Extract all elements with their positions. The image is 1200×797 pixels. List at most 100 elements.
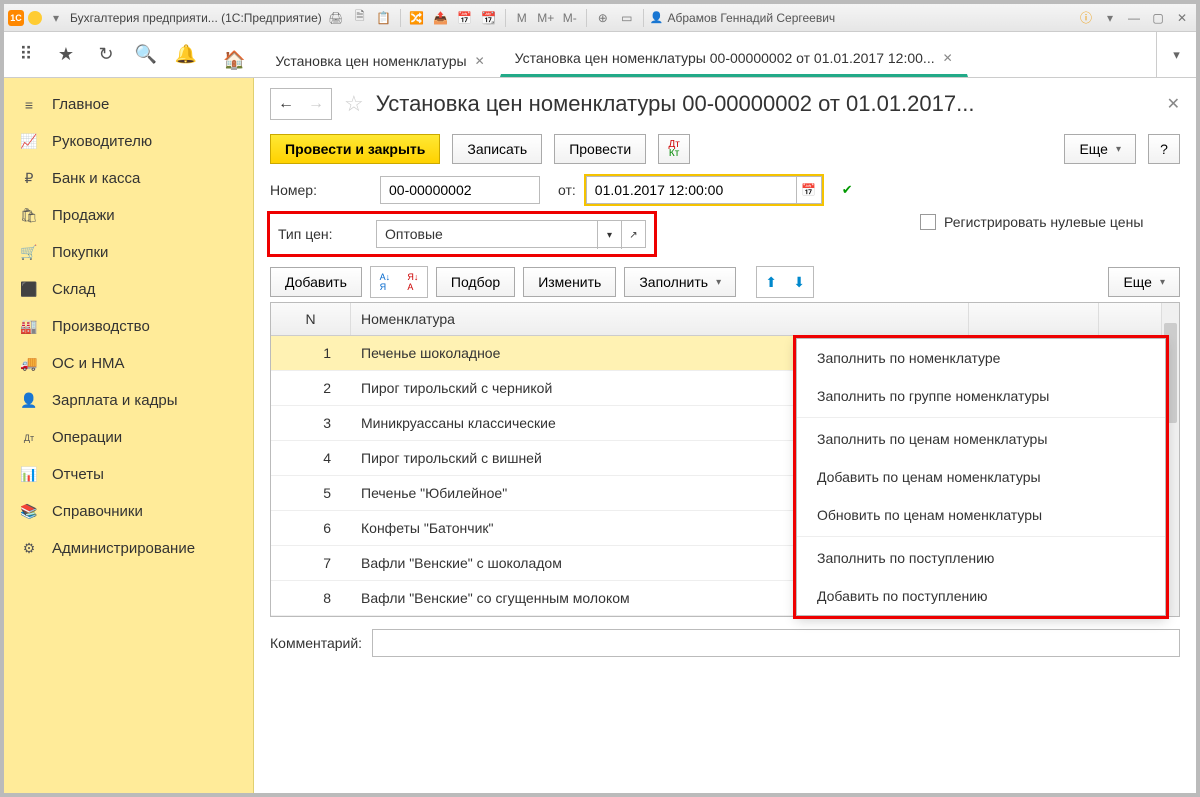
- back-button[interactable]: ←: [271, 89, 301, 119]
- tab-list[interactable]: Установка цен номенклатуры ✕: [260, 42, 499, 77]
- tab-home[interactable]: 🏠: [208, 43, 260, 77]
- fill-menu-item[interactable]: Заполнить по группе номенклатуры: [797, 377, 1165, 415]
- date-icon[interactable]: 📆: [479, 8, 499, 28]
- move-up-button[interactable]: ⬆: [757, 267, 785, 297]
- window-icon[interactable]: ▭: [617, 8, 637, 28]
- dtkt-button[interactable]: ДтКт: [658, 134, 690, 164]
- register-zero-checkbox[interactable]: [920, 214, 936, 230]
- calendar-button[interactable]: 📅: [796, 176, 822, 204]
- edit-button[interactable]: Изменить: [523, 267, 616, 297]
- close-icon[interactable]: ✕: [475, 54, 485, 68]
- maximize-icon[interactable]: ▢: [1148, 8, 1168, 28]
- sidebar-item-operations[interactable]: ДтОперации: [4, 419, 253, 456]
- fill-menu-item[interactable]: Обновить по ценам номенклатуры: [797, 496, 1165, 534]
- number-input[interactable]: [380, 176, 540, 204]
- forward-button[interactable]: →: [301, 89, 331, 119]
- select-button[interactable]: Подбор: [436, 267, 515, 297]
- favorite-icon[interactable]: ★: [54, 44, 78, 65]
- m-icon[interactable]: M: [512, 8, 532, 28]
- post-and-close-button[interactable]: Провести и закрыть: [270, 134, 440, 164]
- sidebar-item-directories[interactable]: 📚Справочники: [4, 493, 253, 530]
- user-label[interactable]: Абрамов Геннадий Сергеевич: [650, 11, 835, 25]
- compare-icon[interactable]: 🔀: [407, 8, 427, 28]
- sidebar-label: Зарплата и кадры: [52, 392, 178, 409]
- fill-button[interactable]: Заполнить▾: [624, 267, 736, 297]
- sidebar-item-admin[interactable]: ⚙Администрирование: [4, 530, 253, 567]
- table-toolbar: Добавить А↓Я Я↓А Подбор Изменить Заполни…: [270, 266, 1180, 298]
- chart-icon: 📈: [20, 133, 38, 150]
- post-button[interactable]: Провести: [554, 134, 646, 164]
- sidebar-label: ОС и НМА: [52, 355, 125, 372]
- fill-menu-item[interactable]: Заполнить по номенклатуре: [797, 339, 1165, 377]
- sort-desc-button[interactable]: Я↓А: [399, 267, 427, 297]
- help-button[interactable]: ?: [1148, 134, 1180, 164]
- more-button[interactable]: Еще▾: [1064, 134, 1136, 164]
- menu-icon[interactable]: [28, 11, 42, 25]
- cell-n: 5: [271, 476, 351, 510]
- move-down-button[interactable]: ⬇: [785, 267, 813, 297]
- boxes-icon: ⬛: [20, 281, 38, 298]
- bag-icon: 🛍: [20, 207, 38, 224]
- copy-icon[interactable]: 📋: [374, 8, 394, 28]
- sidebar-item-bank[interactable]: ₽Банк и касса: [4, 160, 253, 197]
- truck-icon: 🚚: [20, 355, 38, 372]
- date-label: от:: [558, 182, 576, 198]
- fill-menu-item[interactable]: Добавить по ценам номенклатуры: [797, 458, 1165, 496]
- bell-icon[interactable]: 🔔: [174, 44, 198, 65]
- history-icon[interactable]: ↻: [94, 44, 118, 65]
- sidebar-item-main[interactable]: ≡Главное: [4, 86, 253, 123]
- tab-overflow[interactable]: ▾: [1156, 32, 1196, 77]
- export-icon[interactable]: 📤: [431, 8, 451, 28]
- col-price[interactable]: [969, 303, 1099, 335]
- fill-menu-item[interactable]: Заполнить по ценам номенклатуры: [797, 420, 1165, 458]
- fill-menu-item[interactable]: Добавить по поступлению: [797, 577, 1165, 615]
- sidebar-item-hr[interactable]: 👤Зарплата и кадры: [4, 382, 253, 419]
- table-more-button[interactable]: Еще▾: [1108, 267, 1180, 297]
- sidebar-item-warehouse[interactable]: ⬛Склад: [4, 271, 253, 308]
- add-button[interactable]: Добавить: [270, 267, 362, 297]
- cart-icon: 🛒: [20, 244, 38, 261]
- close-window-icon[interactable]: ✕: [1172, 8, 1192, 28]
- cell-n: 1: [271, 336, 351, 370]
- sidebar-item-production[interactable]: 🏭Производство: [4, 308, 253, 345]
- search-icon[interactable]: 🔍: [134, 44, 158, 65]
- tabs: 🏠 Установка цен номенклатуры ✕ Установка…: [208, 32, 1156, 77]
- info-icon[interactable]: ⓘ: [1076, 8, 1096, 28]
- sidebar-item-reports[interactable]: 📊Отчеты: [4, 456, 253, 493]
- sidebar: ≡Главное 📈Руководителю ₽Банк и касса 🛍Пр…: [4, 78, 254, 793]
- date-input[interactable]: [586, 176, 796, 204]
- apps-icon[interactable]: ⠿: [14, 44, 38, 65]
- open-ref-icon[interactable]: ↗: [621, 221, 645, 249]
- dropdown2-icon[interactable]: ▾: [1100, 8, 1120, 28]
- zoom-icon[interactable]: ⊕: [593, 8, 613, 28]
- sort-asc-button[interactable]: А↓Я: [371, 267, 399, 297]
- cell-n: 7: [271, 546, 351, 580]
- action-buttons: Провести и закрыть Записать Провести ДтК…: [270, 134, 1180, 164]
- close-document-icon[interactable]: ✕: [1167, 94, 1180, 114]
- table-header: N Номенклатура: [271, 303, 1179, 336]
- comment-input[interactable]: [372, 629, 1180, 657]
- preview-icon[interactable]: 🗎: [350, 8, 370, 28]
- sidebar-item-assets[interactable]: 🚚 ОС и НМА: [4, 345, 253, 382]
- star-icon[interactable]: ☆: [344, 91, 364, 117]
- sidebar-item-purchases[interactable]: 🛒Покупки: [4, 234, 253, 271]
- fill-menu-item[interactable]: Заполнить по поступлению: [797, 539, 1165, 577]
- m-plus-icon[interactable]: M+: [536, 8, 556, 28]
- save-button[interactable]: Записать: [452, 134, 542, 164]
- status-check-icon[interactable]: ✔: [842, 182, 853, 198]
- tab-document[interactable]: Установка цен номенклатуры 00-00000002 о…: [500, 39, 968, 77]
- col-n[interactable]: N: [271, 303, 351, 335]
- price-type-combo[interactable]: Оптовые ▾ ↗: [376, 220, 646, 248]
- m-minus-icon[interactable]: M-: [560, 8, 580, 28]
- dropdown-icon[interactable]: ▾: [46, 8, 66, 28]
- close-icon[interactable]: ✕: [943, 51, 953, 65]
- print-icon[interactable]: 🖨: [326, 8, 346, 28]
- minimize-icon[interactable]: —: [1124, 8, 1144, 28]
- nav-group: ← →: [270, 88, 332, 120]
- sidebar-item-manager[interactable]: 📈Руководителю: [4, 123, 253, 160]
- chevron-down-icon[interactable]: ▾: [597, 221, 621, 249]
- col-nomenclature[interactable]: Номенклатура: [351, 303, 969, 335]
- calendar-icon[interactable]: 📅: [455, 8, 475, 28]
- sidebar-item-sales[interactable]: 🛍Продажи: [4, 197, 253, 234]
- app-title: Бухгалтерия предприяти... (1С:Предприяти…: [70, 11, 322, 25]
